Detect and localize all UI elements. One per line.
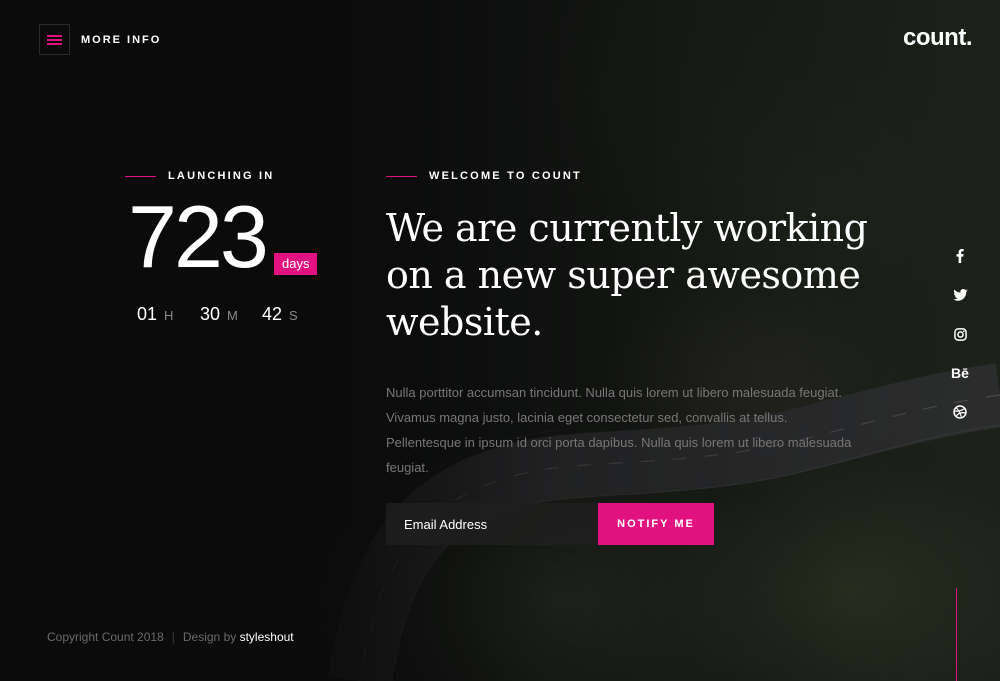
seconds-value: 42 — [262, 304, 283, 324]
countdown-days: 723 — [128, 187, 269, 286]
countdown-label-text: LAUNCHING IN — [168, 170, 275, 182]
email-input[interactable] — [386, 503, 598, 545]
headline-line-1: We are currently working — [386, 206, 868, 250]
twitter-icon[interactable] — [949, 284, 971, 306]
countdown-seconds: 42 S — [262, 304, 298, 325]
behance-glyph: Bē — [951, 365, 969, 381]
menu-button[interactable] — [39, 24, 70, 55]
page-title: We are currently working on a new super … — [386, 205, 906, 346]
design-by-text: Design by — [182, 630, 237, 644]
countdown-hours: 01 H — [137, 304, 173, 325]
headline-line-2: on a new super awesome — [386, 253, 861, 297]
minutes-value: 30 — [200, 304, 221, 324]
facebook-icon[interactable] — [949, 245, 971, 267]
days-badge: days — [274, 253, 318, 275]
behance-icon[interactable]: Bē — [949, 362, 971, 384]
dribbble-icon[interactable] — [949, 401, 971, 423]
intro-description: Nulla porttitor accumsan tincidunt. Null… — [386, 385, 852, 475]
hours-unit: H — [164, 308, 174, 323]
styleshout-link[interactable]: styleshout — [240, 630, 294, 644]
social-links: Bē — [949, 245, 971, 440]
footer-separator: | — [171, 630, 175, 644]
countdown-label: LAUNCHING IN — [125, 170, 274, 182]
copyright-text: Copyright Count 2018 — [47, 630, 164, 644]
hours-value: 01 — [137, 304, 158, 324]
hamburger-icon — [47, 34, 62, 45]
minutes-unit: M — [227, 308, 238, 323]
accent-line — [125, 175, 156, 177]
seconds-unit: S — [289, 308, 298, 323]
footer: Copyright Count 2018 | Design by styleshou… — [47, 630, 294, 644]
headline-line-3: website. — [386, 300, 543, 344]
accent-line — [386, 175, 417, 177]
notify-me-button[interactable]: NOTIFY ME — [598, 503, 714, 545]
instagram-icon[interactable] — [949, 323, 971, 345]
logo: count. — [903, 24, 973, 51]
scroll-indicator-line — [956, 588, 957, 681]
countdown-minutes: 30 M — [200, 304, 238, 325]
more-info-link[interactable]: MORE INFO — [81, 34, 161, 46]
welcome-label-text: WELCOME TO COUNT — [429, 170, 582, 182]
welcome-label: WELCOME TO COUNT — [386, 170, 582, 182]
